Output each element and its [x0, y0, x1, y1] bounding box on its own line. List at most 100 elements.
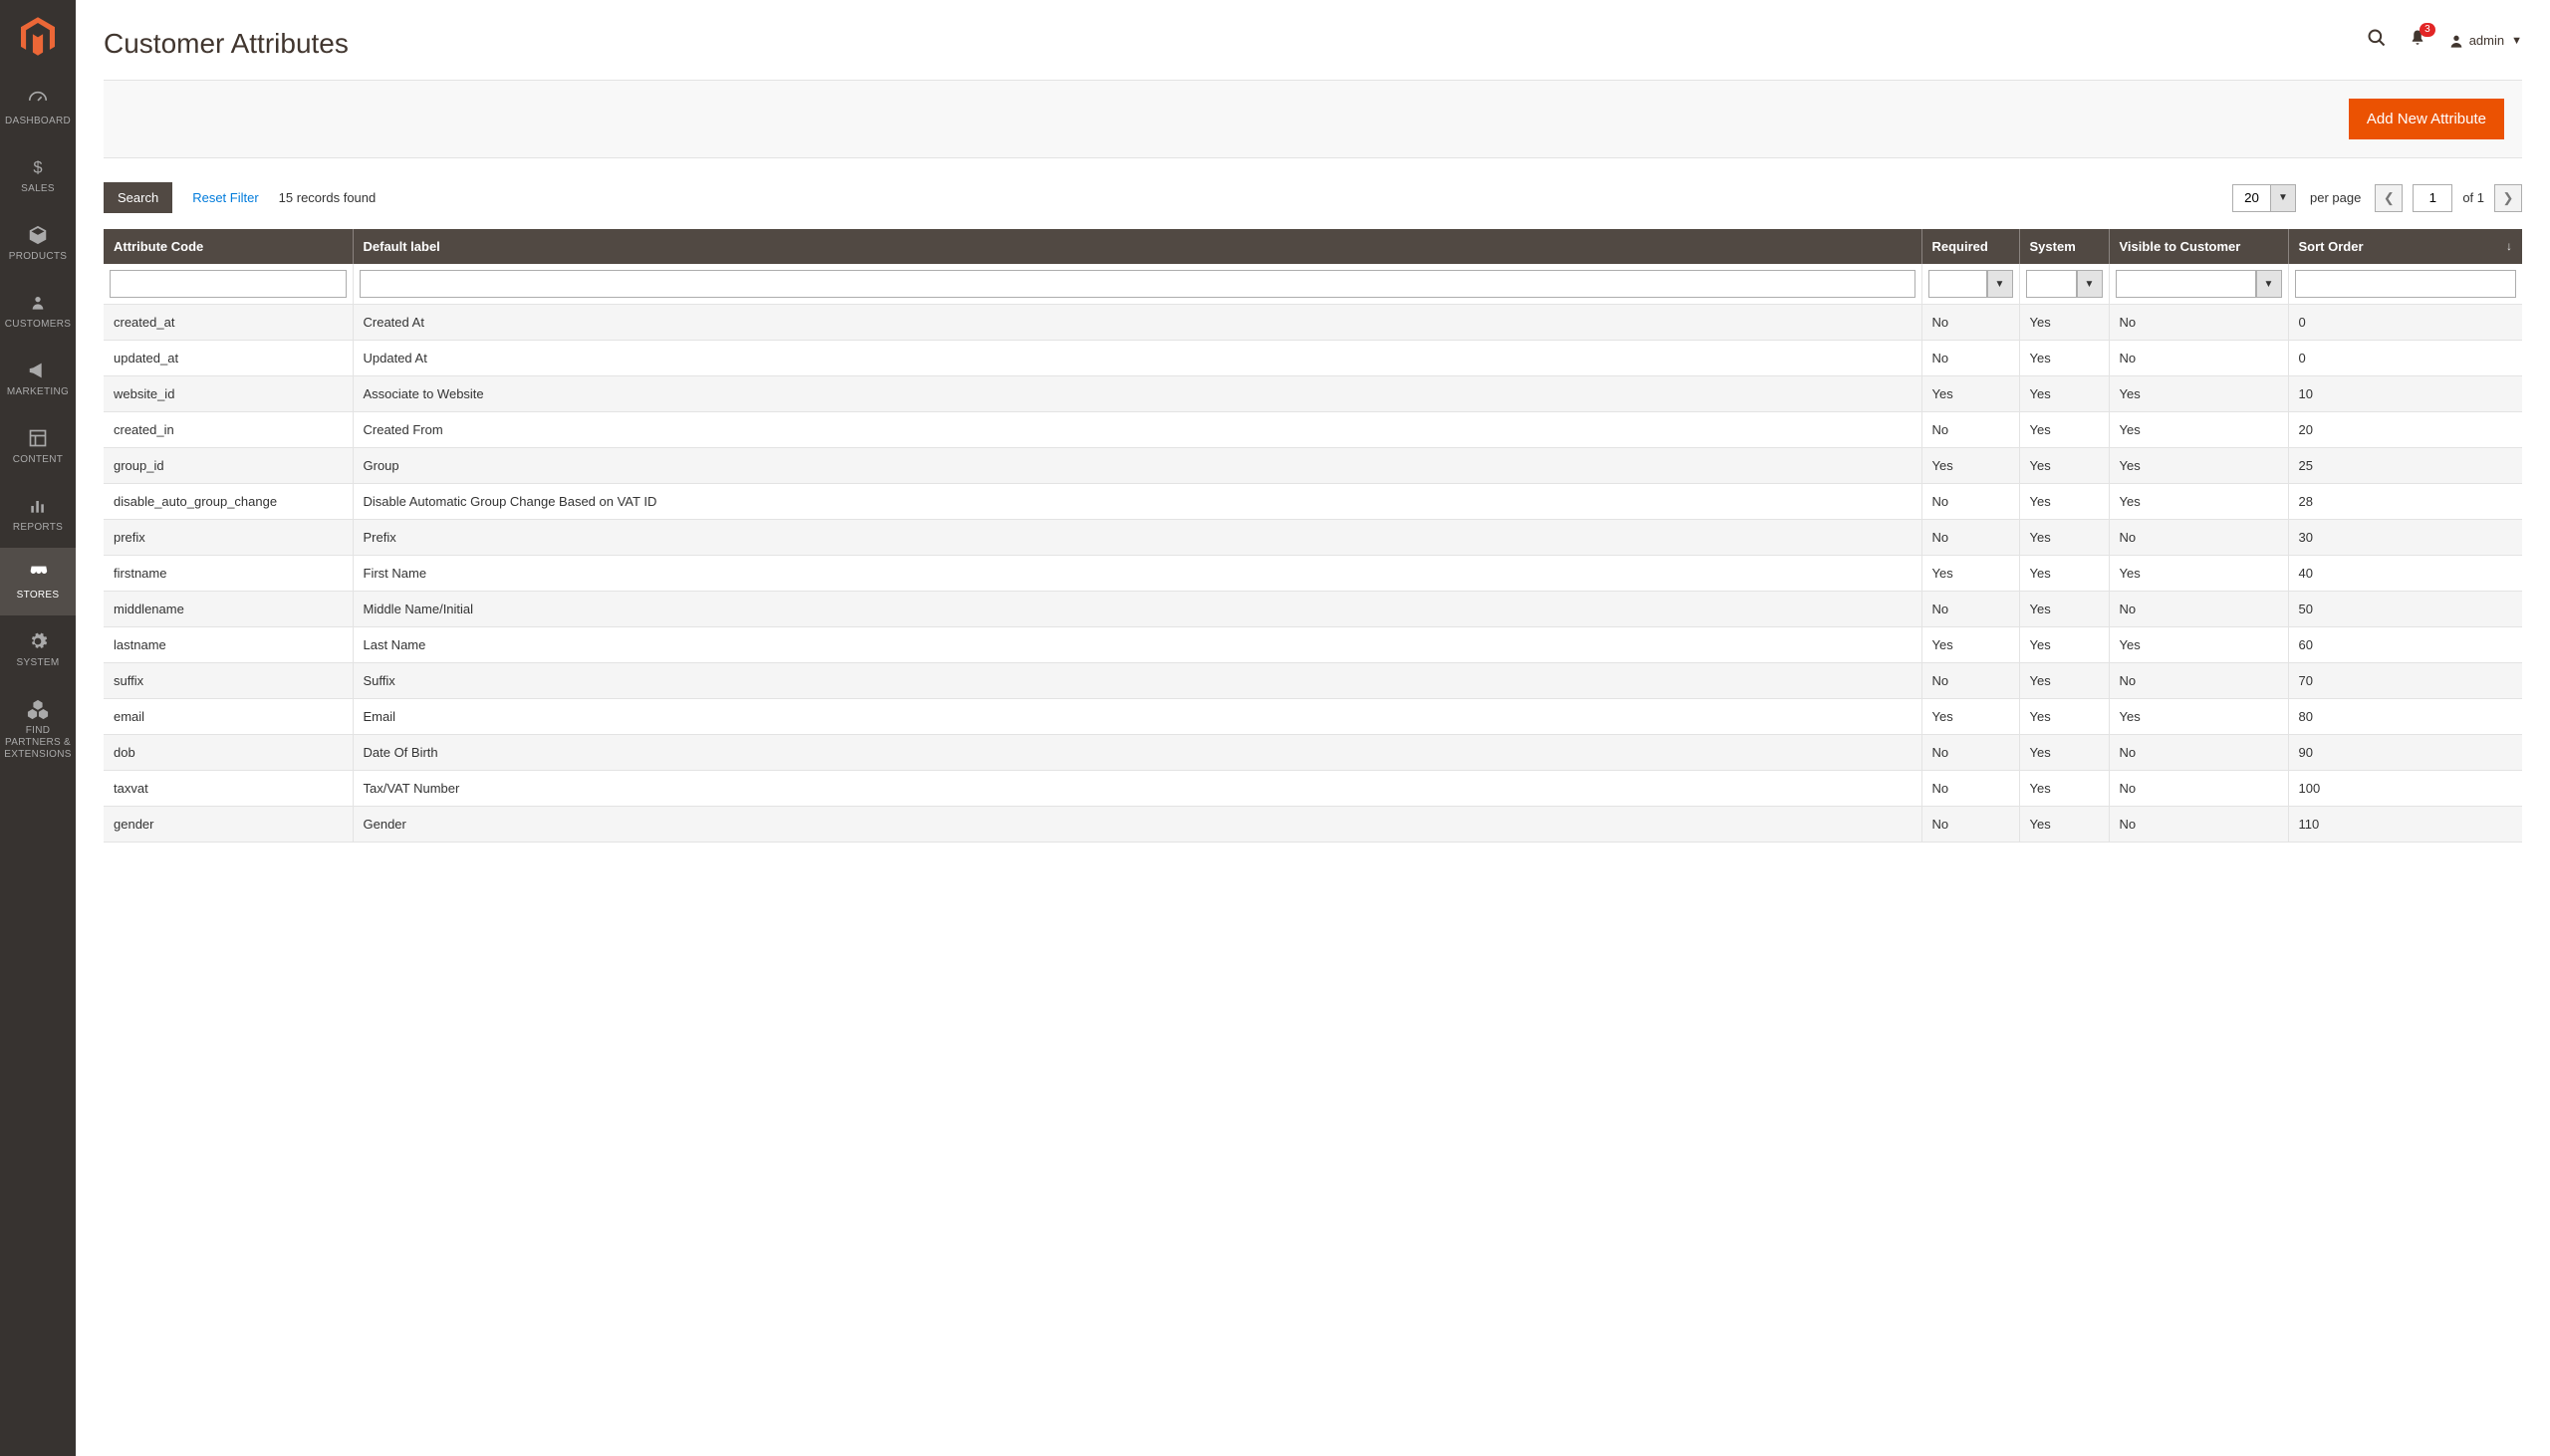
- cell-sort: 30: [2288, 520, 2522, 556]
- prev-page-button[interactable]: ❮: [2375, 184, 2403, 212]
- user-label: admin: [2469, 33, 2504, 48]
- sidebar-item-products[interactable]: PRODUCTS: [0, 209, 76, 277]
- sidebar-item-find-partners-extensions[interactable]: FIND PARTNERS & EXTENSIONS: [0, 683, 76, 775]
- col-header-system[interactable]: System: [2019, 229, 2109, 264]
- filter-system-select[interactable]: [2026, 270, 2077, 298]
- col-header-sort-order[interactable]: Sort Order↓: [2288, 229, 2522, 264]
- person-icon: [30, 291, 46, 315]
- cell-required: Yes: [1921, 556, 2019, 592]
- table-row[interactable]: taxvatTax/VAT NumberNoYesNo100: [104, 771, 2522, 807]
- col-header-visible[interactable]: Visible to Customer: [2109, 229, 2288, 264]
- table-row[interactable]: firstnameFirst NameYesYesYes40: [104, 556, 2522, 592]
- notif-badge: 3: [2420, 23, 2435, 37]
- cell-system: Yes: [2019, 592, 2109, 627]
- cell-visible: No: [2109, 305, 2288, 341]
- sidebar-item-stores[interactable]: STORES: [0, 548, 76, 615]
- cell-label: Prefix: [353, 520, 1921, 556]
- add-new-attribute-button[interactable]: Add New Attribute: [2349, 99, 2504, 139]
- table-row[interactable]: updated_atUpdated AtNoYesNo0: [104, 341, 2522, 376]
- sidebar-item-sales[interactable]: $SALES: [0, 141, 76, 209]
- cell-label: Created At: [353, 305, 1921, 341]
- table-row[interactable]: created_inCreated FromNoYesYes20: [104, 412, 2522, 448]
- col-header-default-label[interactable]: Default label: [353, 229, 1921, 264]
- cell-required: No: [1921, 663, 2019, 699]
- sidebar-item-dashboard[interactable]: DASHBOARD: [0, 74, 76, 141]
- sidebar-item-label: MARKETING: [7, 386, 69, 398]
- sidebar-item-content[interactable]: CONTENT: [0, 412, 76, 480]
- cell-code: updated_at: [104, 341, 353, 376]
- layout-icon: [28, 426, 48, 450]
- search-button[interactable]: Search: [104, 182, 172, 213]
- filter-sort-order-input[interactable]: [2295, 270, 2517, 298]
- filter-visible-select[interactable]: [2116, 270, 2256, 298]
- sidebar-item-customers[interactable]: CUSTOMERS: [0, 277, 76, 345]
- chevron-down-icon: ▼: [2511, 35, 2522, 47]
- cell-code: disable_auto_group_change: [104, 484, 353, 520]
- cell-code: created_at: [104, 305, 353, 341]
- filter-attribute-code-input[interactable]: [110, 270, 347, 298]
- filter-required-dropdown[interactable]: ▼: [1987, 270, 2013, 298]
- cell-visible: No: [2109, 807, 2288, 843]
- page-input[interactable]: [2413, 184, 2452, 212]
- cell-code: taxvat: [104, 771, 353, 807]
- sidebar-item-marketing[interactable]: MARKETING: [0, 345, 76, 412]
- cell-code: dob: [104, 735, 353, 771]
- table-row[interactable]: dobDate Of BirthNoYesNo90: [104, 735, 2522, 771]
- sidebar-item-system[interactable]: SYSTEM: [0, 615, 76, 683]
- sidebar-item-reports[interactable]: REPORTS: [0, 480, 76, 548]
- filter-system-dropdown[interactable]: ▼: [2077, 270, 2103, 298]
- search-icon[interactable]: [2367, 28, 2387, 53]
- cell-system: Yes: [2019, 376, 2109, 412]
- table-row[interactable]: created_atCreated AtNoYesNo0: [104, 305, 2522, 341]
- filter-default-label-input[interactable]: [360, 270, 1915, 298]
- brand-logo[interactable]: [0, 0, 76, 74]
- filter-visible-dropdown[interactable]: ▼: [2256, 270, 2282, 298]
- cell-code: email: [104, 699, 353, 735]
- cell-system: Yes: [2019, 627, 2109, 663]
- cell-code: prefix: [104, 520, 353, 556]
- cell-system: Yes: [2019, 341, 2109, 376]
- cubes-icon: [27, 697, 49, 721]
- cell-label: Created From: [353, 412, 1921, 448]
- cell-label: Last Name: [353, 627, 1921, 663]
- table-row[interactable]: group_idGroupYesYesYes25: [104, 448, 2522, 484]
- box-icon: [27, 223, 49, 247]
- table-row[interactable]: disable_auto_group_changeDisable Automat…: [104, 484, 2522, 520]
- cell-visible: Yes: [2109, 448, 2288, 484]
- table-row[interactable]: prefixPrefixNoYesNo30: [104, 520, 2522, 556]
- cell-required: No: [1921, 520, 2019, 556]
- user-menu[interactable]: admin ▼: [2448, 33, 2522, 49]
- table-row[interactable]: middlenameMiddle Name/InitialNoYesNo50: [104, 592, 2522, 627]
- table-row[interactable]: suffixSuffixNoYesNo70: [104, 663, 2522, 699]
- cell-code: website_id: [104, 376, 353, 412]
- next-page-button[interactable]: ❯: [2494, 184, 2522, 212]
- megaphone-icon: [27, 359, 49, 382]
- cell-sort: 60: [2288, 627, 2522, 663]
- cell-label: Suffix: [353, 663, 1921, 699]
- cell-system: Yes: [2019, 448, 2109, 484]
- cell-code: lastname: [104, 627, 353, 663]
- table-row[interactable]: emailEmailYesYesYes80: [104, 699, 2522, 735]
- sidebar-item-label: REPORTS: [13, 522, 63, 534]
- cell-required: Yes: [1921, 627, 2019, 663]
- cell-system: Yes: [2019, 412, 2109, 448]
- notifications-icon[interactable]: 3: [2409, 29, 2426, 52]
- col-header-attribute-code[interactable]: Attribute Code: [104, 229, 353, 264]
- sidebar-item-label: CUSTOMERS: [5, 319, 71, 331]
- table-row[interactable]: genderGenderNoYesNo110: [104, 807, 2522, 843]
- reset-filter-link[interactable]: Reset Filter: [192, 190, 258, 205]
- cell-visible: Yes: [2109, 556, 2288, 592]
- table-row[interactable]: lastnameLast NameYesYesYes60: [104, 627, 2522, 663]
- per-page-input[interactable]: [2232, 184, 2270, 212]
- per-page-dropdown[interactable]: ▼: [2270, 184, 2296, 212]
- cell-label: Gender: [353, 807, 1921, 843]
- table-row[interactable]: website_idAssociate to WebsiteYesYesYes1…: [104, 376, 2522, 412]
- cell-system: Yes: [2019, 556, 2109, 592]
- col-header-required[interactable]: Required: [1921, 229, 2019, 264]
- sidebar: DASHBOARD$SALESPRODUCTS CUSTOMERS MARKETIN…: [0, 0, 76, 1456]
- store-icon: [27, 562, 49, 586]
- cell-system: Yes: [2019, 484, 2109, 520]
- filter-required-select[interactable]: [1928, 270, 1987, 298]
- cell-required: Yes: [1921, 699, 2019, 735]
- cell-code: group_id: [104, 448, 353, 484]
